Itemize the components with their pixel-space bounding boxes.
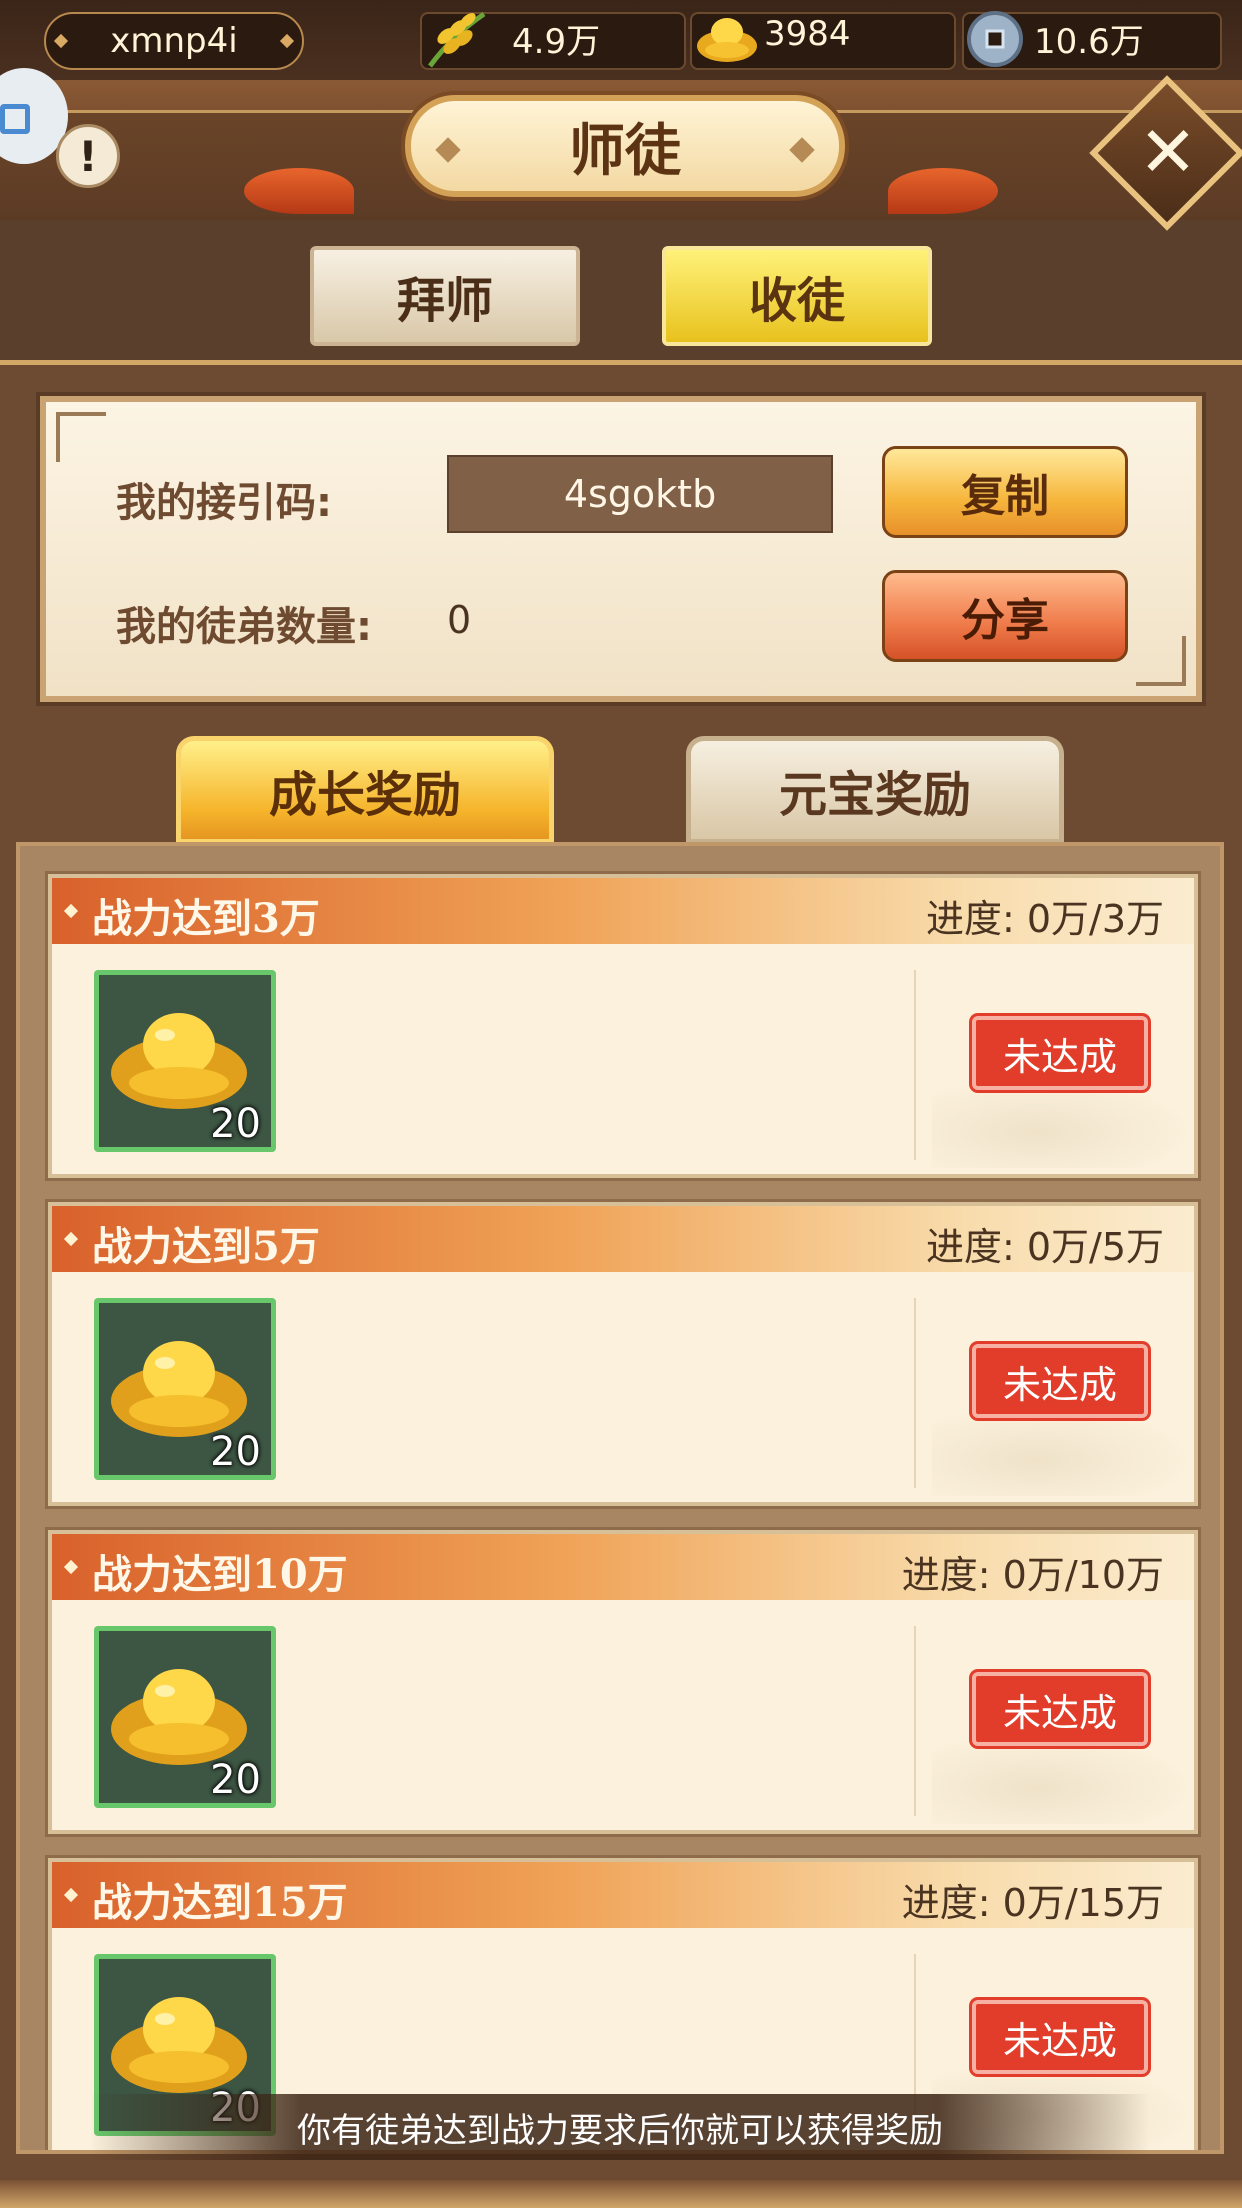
copy-button[interactable]: 复制: [882, 446, 1128, 538]
toast-message: 你有徒弟达到战力要求后你就可以获得奖励: [90, 2094, 1150, 2160]
reward-item-slot[interactable]: 20: [94, 970, 276, 1152]
reward-progress: 进度: 0万/5万: [925, 1225, 1164, 1269]
reward-item-slot[interactable]: 20: [94, 1626, 276, 1808]
gold-ingot-value: 3984: [764, 14, 851, 54]
reward-card-header: 战力达到5万 进度: 0万/5万: [52, 1206, 1194, 1272]
title-banner: 师徒: [405, 95, 845, 197]
username-text: xmnp4i: [110, 21, 238, 61]
bullet-icon: [63, 1231, 79, 1247]
reward-title: 战力达到3万: [92, 895, 320, 942]
copper-coin-value: 10.6万: [1034, 22, 1144, 62]
invite-code-label: 我的接引码:: [116, 480, 332, 526]
username-badge[interactable]: xmnp4i: [44, 12, 304, 70]
bullet-icon: [63, 1887, 79, 1903]
tab-ingot-reward[interactable]: 元宝奖励: [686, 736, 1064, 844]
cloud-decoration: [932, 1406, 1192, 1496]
tab-apprentice-to-master[interactable]: 拜师: [310, 246, 580, 346]
status-stamp: 未达成: [972, 1344, 1148, 1418]
reward-card-header: 战力达到10万 进度: 0万/10万: [52, 1534, 1194, 1600]
status-bar: xmnp4i 4.9万 3984 10.6万: [0, 0, 1242, 80]
card-divider: [914, 970, 916, 1160]
side-floating-icon: [0, 104, 30, 134]
reward-title: 战力达到15万: [92, 1879, 348, 1926]
reward-progress: 进度: 0万/15万: [901, 1881, 1164, 1925]
grain-value: 4.9万: [512, 22, 601, 62]
reward-card-header: 战力达到15万 进度: 0万/15万: [52, 1862, 1194, 1928]
disciple-count-label: 我的徒弟数量:: [116, 604, 372, 650]
bullet-icon: [63, 903, 79, 919]
banner-left-ornament: [435, 137, 461, 163]
reward-card-header: 战力达到3万 进度: 0万/3万: [52, 878, 1194, 944]
copper-coin-icon: [967, 11, 1023, 67]
banner-right-ornament: [789, 137, 815, 163]
left-ribbon: [244, 168, 354, 214]
tab-take-disciples[interactable]: 收徒: [662, 246, 932, 346]
reward-title: 战力达到10万: [92, 1551, 348, 1598]
card-divider: [914, 1298, 916, 1488]
status-stamp: 未达成: [972, 1016, 1148, 1090]
disciple-count-value: 0: [447, 598, 472, 642]
reward-card: 战力达到3万 进度: 0万/3万 20 未达成: [48, 874, 1198, 1178]
reward-quantity: 20: [210, 1757, 261, 1803]
reward-card: 战力达到5万 进度: 0万/5万 20 未达成: [48, 1202, 1198, 1506]
gold-ingot-icon: [697, 18, 757, 62]
cloud-decoration: [932, 1734, 1192, 1824]
right-ribbon: [888, 168, 998, 214]
status-stamp: 未达成: [972, 1672, 1148, 1746]
status-stamp: 未达成: [972, 2000, 1148, 2074]
bottom-rim: [0, 2180, 1242, 2208]
cloud-decoration: [932, 1078, 1192, 1168]
invite-code-field[interactable]: 4sgoktb: [447, 455, 833, 533]
reward-quantity: 20: [210, 1429, 261, 1475]
reward-item-slot[interactable]: 20: [94, 1298, 276, 1480]
reward-card: 战力达到10万 进度: 0万/10万 20 未达成: [48, 1530, 1198, 1834]
bullet-icon: [63, 1559, 79, 1575]
close-icon[interactable]: ✕: [1128, 111, 1208, 193]
info-button[interactable]: !: [56, 124, 120, 188]
reward-progress: 进度: 0万/10万: [901, 1553, 1164, 1597]
share-button[interactable]: 分享: [882, 570, 1128, 662]
reward-progress: 进度: 0万/3万: [925, 897, 1164, 941]
info-icon: !: [78, 131, 98, 181]
page-title: 师徒: [569, 117, 681, 184]
card-divider: [914, 1626, 916, 1816]
tab-growth-reward[interactable]: 成长奖励: [176, 736, 554, 844]
reward-title: 战力达到5万: [92, 1223, 320, 1270]
reward-list[interactable]: 战力达到3万 进度: 0万/3万 20 未达成 战力达到5万 进度: 0万/5万: [16, 842, 1224, 2154]
grain-icon: [427, 11, 486, 68]
reward-quantity: 20: [210, 1101, 261, 1147]
